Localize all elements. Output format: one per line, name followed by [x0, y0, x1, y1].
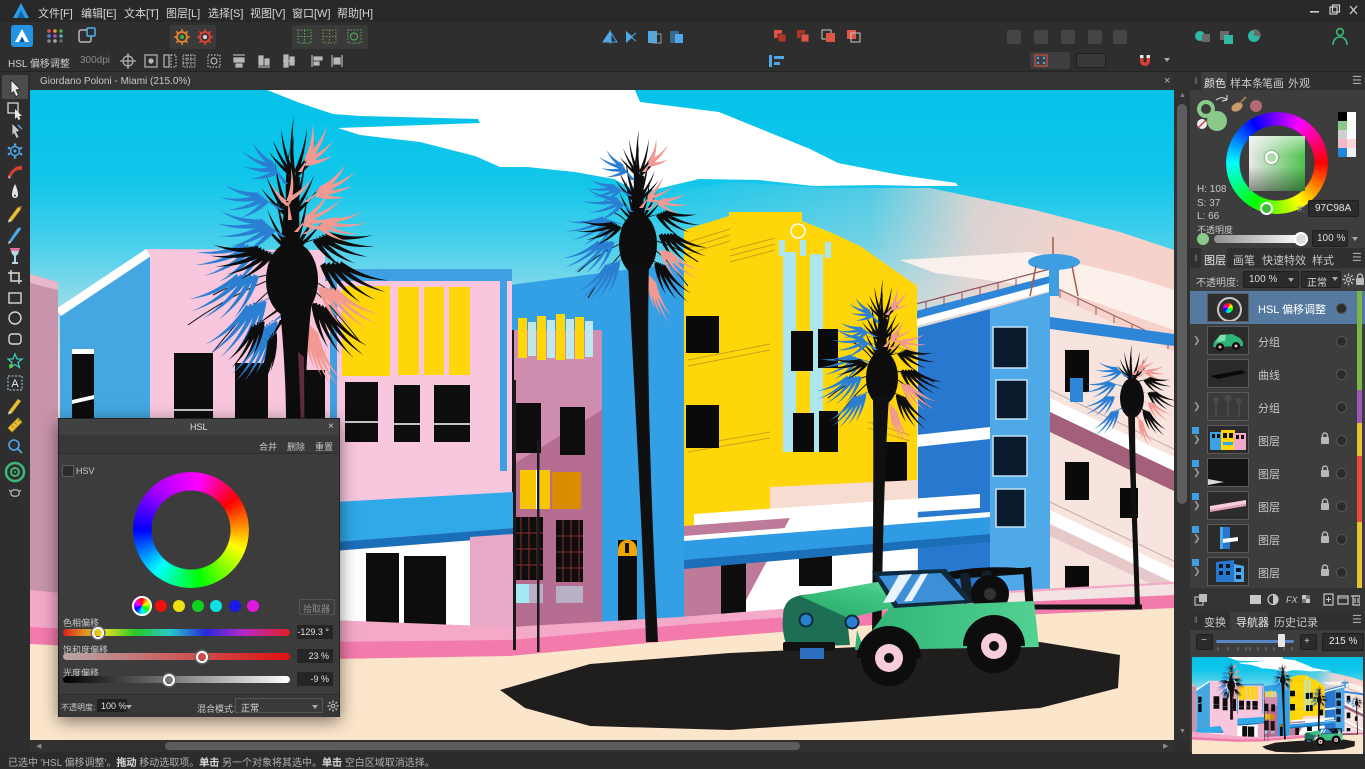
svg-text:A: A — [11, 378, 19, 390]
svg-text:FX: FX — [1286, 595, 1298, 605]
